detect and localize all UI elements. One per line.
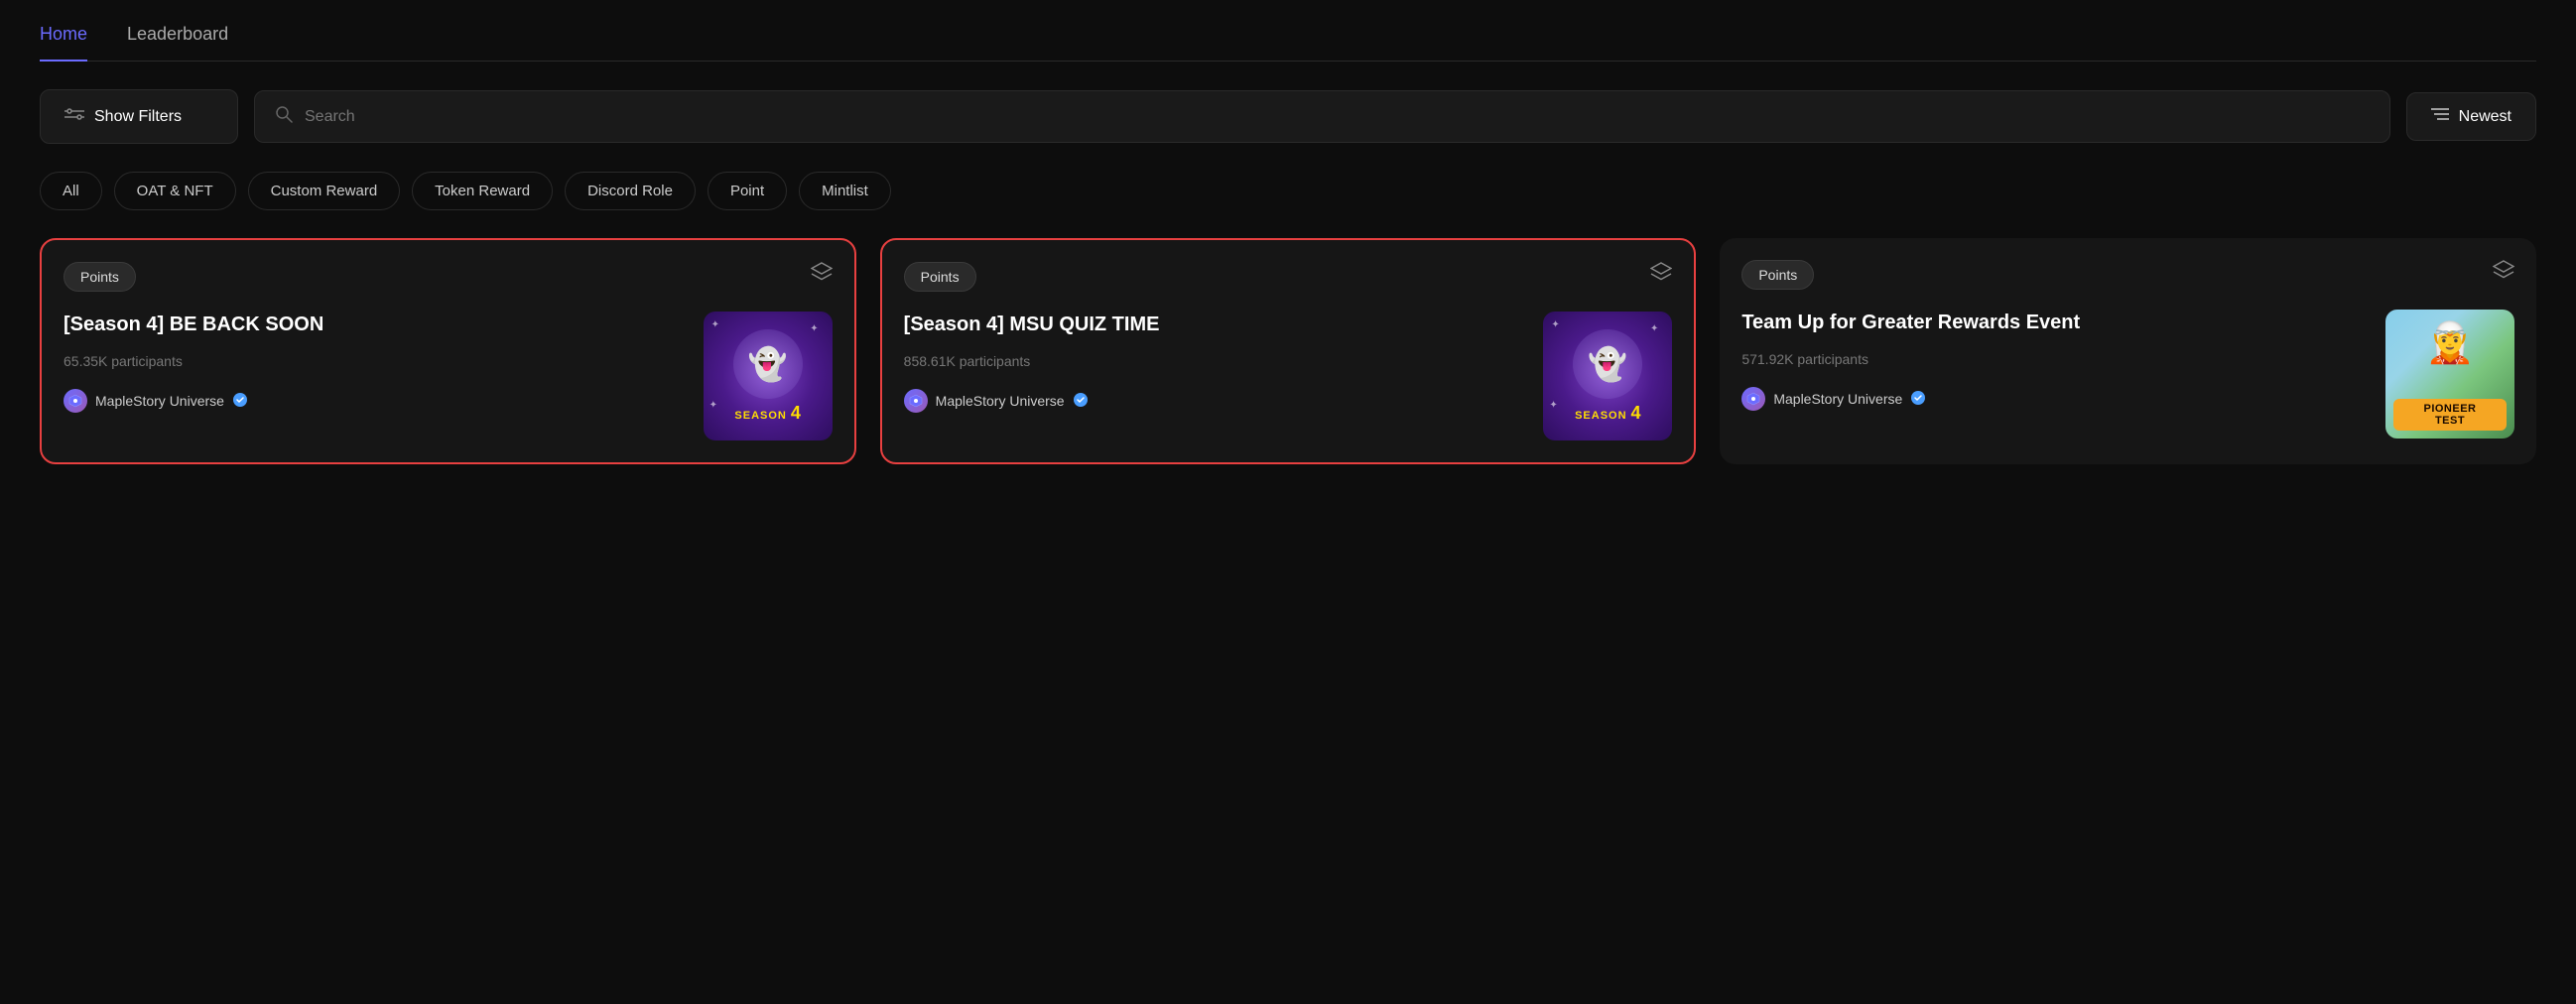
card-3-body: Team Up for Greater Rewards Event 571.92… (1741, 310, 2514, 439)
ghost-circle: 👻 (733, 329, 803, 399)
card-2-project-icon (904, 389, 928, 413)
card-2-title: [Season 4] MSU QUIZ TIME (904, 312, 1532, 337)
ghost-circle-2: 👻 (1573, 329, 1642, 399)
card-3-badge: Points (1741, 260, 1814, 290)
season-num-2: 4 (1631, 403, 1641, 424)
card-2-top: Points (904, 262, 1673, 292)
card-3-project-icon (1741, 387, 1765, 411)
card-2-body: [Season 4] MSU QUIZ TIME 858.61K partici… (904, 312, 1673, 440)
pill-point[interactable]: Point (708, 172, 787, 210)
card-2-image: ✦ ✦ ✦ 👻 SEASON 4 (1543, 312, 1672, 440)
season-num: 4 (791, 403, 801, 424)
season-text: SEASON (734, 410, 786, 422)
filter-icon (64, 104, 84, 129)
card-2-info: [Season 4] MSU QUIZ TIME 858.61K partici… (904, 312, 1532, 413)
card-1[interactable]: Points [Season 4] BE BACK SOON 65.35K pa… (40, 238, 856, 464)
layers-icon-3 (2493, 260, 2514, 286)
toolbar: Show Filters Newest (40, 89, 2536, 144)
show-filters-button[interactable]: Show Filters (40, 89, 238, 144)
season-text-2: SEASON (1575, 410, 1626, 422)
pioneer-badge: PIONEERTEST (2393, 399, 2507, 431)
card-2-participants: 858.61K participants (904, 353, 1532, 369)
ghost-emoji-2: 👻 (1588, 345, 1627, 383)
nav-tabs: Home Leaderboard (40, 0, 2536, 62)
card-1-info: [Season 4] BE BACK SOON 65.35K participa… (64, 312, 692, 413)
card-2[interactable]: Points [Season 4] MSU QUIZ TIME 858.61K … (880, 238, 1697, 464)
pill-all[interactable]: All (40, 172, 102, 210)
star-deco: ✦ (711, 319, 719, 330)
layers-icon-1 (811, 262, 833, 288)
card-1-project-icon (64, 389, 87, 413)
pill-custom-reward[interactable]: Custom Reward (248, 172, 401, 210)
card-3-info: Team Up for Greater Rewards Event 571.92… (1741, 310, 2374, 411)
tab-leaderboard[interactable]: Leaderboard (127, 24, 228, 61)
card-1-footer: MapleStory Universe (64, 389, 692, 413)
star-deco: ✦ (810, 323, 818, 334)
card-2-footer: MapleStory Universe (904, 389, 1532, 413)
pill-oat-nft[interactable]: OAT & NFT (114, 172, 236, 210)
sort-label: Newest (2459, 108, 2512, 126)
sort-button[interactable]: Newest (2406, 92, 2536, 141)
card-1-top: Points (64, 262, 833, 292)
card-1-title: [Season 4] BE BACK SOON (64, 312, 692, 337)
pill-discord-role[interactable]: Discord Role (565, 172, 696, 210)
card-3-project-name: MapleStory Universe (1773, 391, 1902, 407)
search-bar (254, 90, 2390, 143)
card-2-verified-icon (1073, 392, 1089, 411)
card-1-badge: Points (64, 262, 136, 292)
pioneer-character: 🧝 (2425, 319, 2475, 366)
card-3-top: Points (1741, 260, 2514, 290)
search-input[interactable] (305, 108, 2370, 126)
star-deco: ✦ (1650, 323, 1658, 334)
card-1-project-name: MapleStory Universe (95, 393, 224, 409)
card-2-badge: Points (904, 262, 976, 292)
card-1-verified-icon (232, 392, 248, 411)
filter-button-label: Show Filters (94, 108, 182, 126)
ghost-emoji: 👻 (748, 345, 788, 383)
star-deco: ✦ (1549, 400, 1557, 411)
layers-icon-2 (1650, 262, 1672, 288)
tab-home[interactable]: Home (40, 24, 87, 61)
search-icon (275, 105, 293, 128)
pill-mintlist[interactable]: Mintlist (799, 172, 891, 210)
card-3-footer: MapleStory Universe (1741, 387, 2374, 411)
filter-pills: All OAT & NFT Custom Reward Token Reward… (40, 172, 2536, 210)
cards-grid: Points [Season 4] BE BACK SOON 65.35K pa… (40, 238, 2536, 504)
card-1-body: [Season 4] BE BACK SOON 65.35K participa… (64, 312, 833, 440)
card-3-image: 🧝 PIONEERTEST (2385, 310, 2514, 439)
card-3[interactable]: Points Team Up for Greater Rewards Event… (1720, 238, 2536, 464)
pill-token-reward[interactable]: Token Reward (412, 172, 553, 210)
card-3-verified-icon (1910, 390, 1926, 409)
star-deco: ✦ (709, 400, 717, 411)
star-deco: ✦ (1551, 319, 1559, 330)
card-3-participants: 571.92K participants (1741, 351, 2374, 367)
sort-icon (2431, 107, 2449, 126)
card-1-image: ✦ ✦ ✦ 👻 SEASON 4 (704, 312, 833, 440)
card-3-title: Team Up for Greater Rewards Event (1741, 310, 2374, 335)
card-2-project-name: MapleStory Universe (936, 393, 1065, 409)
card-1-participants: 65.35K participants (64, 353, 692, 369)
